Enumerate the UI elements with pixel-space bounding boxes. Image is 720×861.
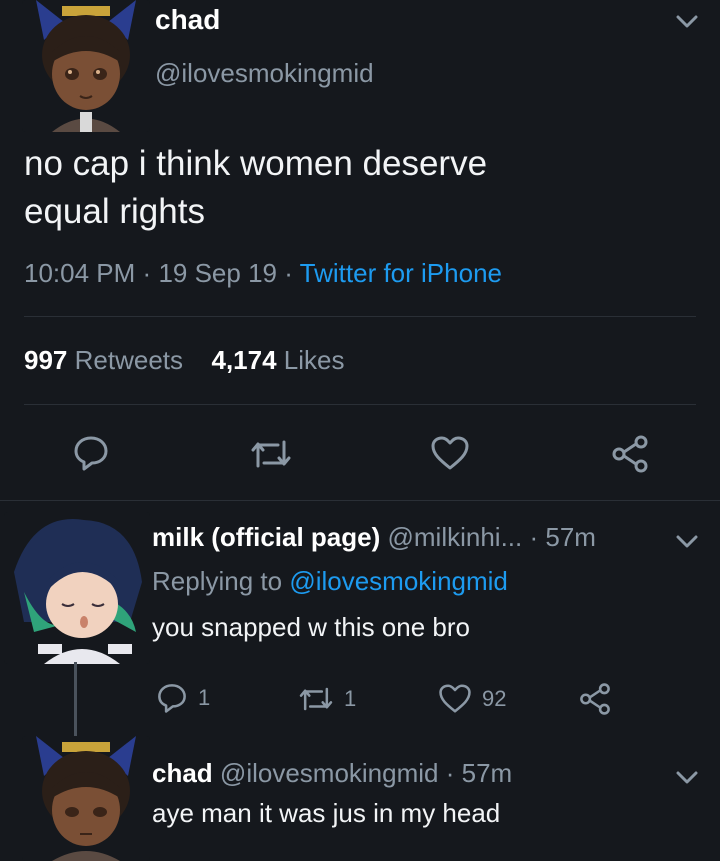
retweet-icon	[251, 440, 291, 468]
thread-line	[74, 662, 77, 740]
replying-to: Replying to @ilovesmokingmid	[152, 566, 508, 597]
reply-button[interactable]	[72, 434, 110, 472]
display-name[interactable]: chad	[152, 758, 213, 788]
share-button[interactable]	[578, 682, 612, 716]
tweet-client-link[interactable]: Twitter for iPhone	[300, 258, 502, 288]
retweets-stat[interactable]: 997 Retweets	[24, 345, 190, 375]
replying-to-label: Replying to	[152, 566, 283, 596]
chevron-down-icon[interactable]	[676, 770, 698, 786]
share-button[interactable]	[610, 434, 650, 474]
retweet-button[interactable]	[250, 436, 292, 472]
reply-text: you snapped w this one bro	[152, 612, 470, 642]
retweet-icon	[299, 687, 333, 711]
tweet-text-line: equal rights	[24, 192, 205, 231]
likes-stat[interactable]: 4,174 Likes	[211, 345, 344, 375]
handle[interactable]: @milkinhi...	[388, 522, 523, 552]
handle[interactable]: @ilovesmokingmid	[220, 758, 439, 788]
chevron-down-icon[interactable]	[676, 534, 698, 550]
like-button[interactable]: 92	[438, 683, 506, 714]
replying-to-handle[interactable]: @ilovesmokingmid	[289, 566, 508, 596]
divider	[24, 404, 696, 405]
divider	[24, 316, 696, 317]
divider	[0, 500, 720, 501]
chevron-down-icon[interactable]	[676, 14, 698, 30]
reply-button[interactable]: 1	[156, 682, 210, 714]
display-name[interactable]: chad	[155, 4, 220, 36]
engagement-stats: 997 Retweets 4,174 Likes	[24, 345, 345, 376]
like-icon	[439, 684, 471, 713]
tweet-meta: 10:04 PM · 19 Sep 19 · Twitter for iPhon…	[24, 258, 502, 289]
tweet-text-line: no cap i think women deserve	[24, 144, 488, 183]
reply-header: milk (official page) @milkinhi... · 57m	[152, 522, 596, 553]
like-count: 92	[482, 685, 507, 711]
display-name[interactable]: milk (official page)	[152, 522, 380, 552]
retweets-count: 997	[24, 345, 68, 375]
avatar-chad[interactable]	[22, 0, 150, 132]
tweet-time[interactable]: 10:04 PM	[24, 258, 135, 288]
separator: ·	[142, 258, 152, 288]
share-icon	[580, 683, 610, 715]
reply-text: aye man it was jus in my head	[152, 798, 501, 828]
like-button[interactable]	[430, 435, 470, 471]
tweet-text: no cap i think women deserve equal right…	[24, 140, 487, 236]
reply-icon	[158, 684, 186, 713]
likes-label: Likes	[283, 345, 345, 375]
handle[interactable]: @ilovesmokingmid	[155, 58, 374, 89]
timestamp[interactable]: · 57m	[529, 522, 595, 552]
separator: ·	[284, 258, 293, 288]
tweet-date[interactable]: 19 Sep 19	[158, 258, 277, 288]
reply-header: chad @ilovesmokingmid · 57m	[152, 758, 512, 789]
reply-icon	[74, 436, 108, 471]
share-icon	[612, 435, 648, 473]
avatar-milk[interactable]	[4, 512, 150, 664]
retweet-button[interactable]: 1	[298, 684, 356, 714]
like-icon	[431, 436, 469, 470]
likes-count: 4,174	[211, 345, 277, 375]
retweets-label: Retweets	[74, 345, 184, 375]
reply-count: 1	[198, 685, 211, 710]
timestamp[interactable]: · 57m	[446, 758, 512, 788]
avatar-chad[interactable]	[22, 736, 150, 861]
retweet-count: 1	[344, 686, 357, 711]
